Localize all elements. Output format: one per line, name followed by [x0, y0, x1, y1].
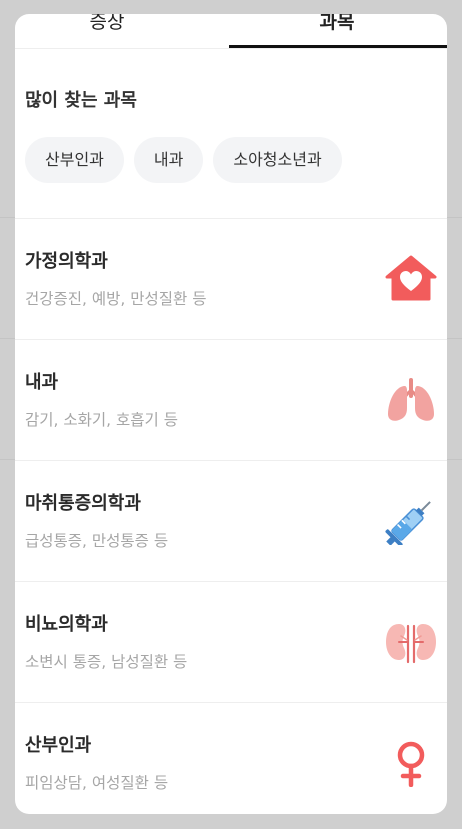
department-name: 산부인과	[25, 735, 92, 756]
lungs-icon	[385, 376, 437, 424]
department-row-anesthesiology[interactable]: 마취통증의학과 급성통증, 만성통증 등	[15, 460, 447, 581]
department-row-family-medicine[interactable]: 가정의학과 건강증진, 예방, 만성질환 등	[15, 218, 447, 339]
department-description: 건강증진, 예방, 만성질환 등	[25, 290, 207, 308]
female-symbol-icon	[385, 739, 437, 787]
tab-symptom[interactable]: 증상	[15, 14, 215, 44]
chip-internal[interactable]: 내과	[133, 137, 204, 183]
department-row-obgyn[interactable]: 산부인과 피임상담, 여성질환 등	[15, 702, 447, 814]
chip-obgyn[interactable]: 산부인과	[25, 137, 124, 183]
tab-department[interactable]: 과목	[229, 14, 445, 44]
department-description: 소변시 통증, 남성질환 등	[25, 653, 188, 671]
popular-section-title: 많이 찾는 과목	[25, 90, 137, 111]
department-description: 감기, 소화기, 호흡기 등	[25, 411, 178, 429]
tab-bar-divider	[15, 48, 447, 49]
department-name: 마취통증의학과	[25, 493, 141, 514]
department-row-internal-medicine[interactable]: 내과 감기, 소화기, 호흡기 등	[15, 339, 447, 460]
department-name: 비뇨의학과	[25, 614, 108, 635]
kidneys-icon	[385, 618, 437, 666]
department-row-urology[interactable]: 비뇨의학과 소변시 통증, 남성질환 등	[15, 581, 447, 702]
popular-chips: 산부인과 내과 소아청소년과	[25, 137, 342, 183]
house-heart-icon	[385, 255, 437, 303]
department-name: 내과	[25, 372, 59, 393]
tab-bar: 증상 과목	[15, 14, 447, 50]
syringe-icon	[385, 497, 437, 545]
department-description: 피임상담, 여성질환 등	[25, 774, 169, 792]
department-sheet: 증상 과목 많이 찾는 과목 산부인과 내과 소아청소년과 가정의학과 건강증진…	[15, 14, 447, 814]
department-name: 가정의학과	[25, 251, 108, 272]
department-description: 급성통증, 만성통증 등	[25, 532, 169, 550]
department-list: 가정의학과 건강증진, 예방, 만성질환 등 내과 감기, 소화기, 호흡기 등	[15, 218, 447, 814]
chip-pediatrics[interactable]: 소아청소년과	[213, 137, 342, 183]
